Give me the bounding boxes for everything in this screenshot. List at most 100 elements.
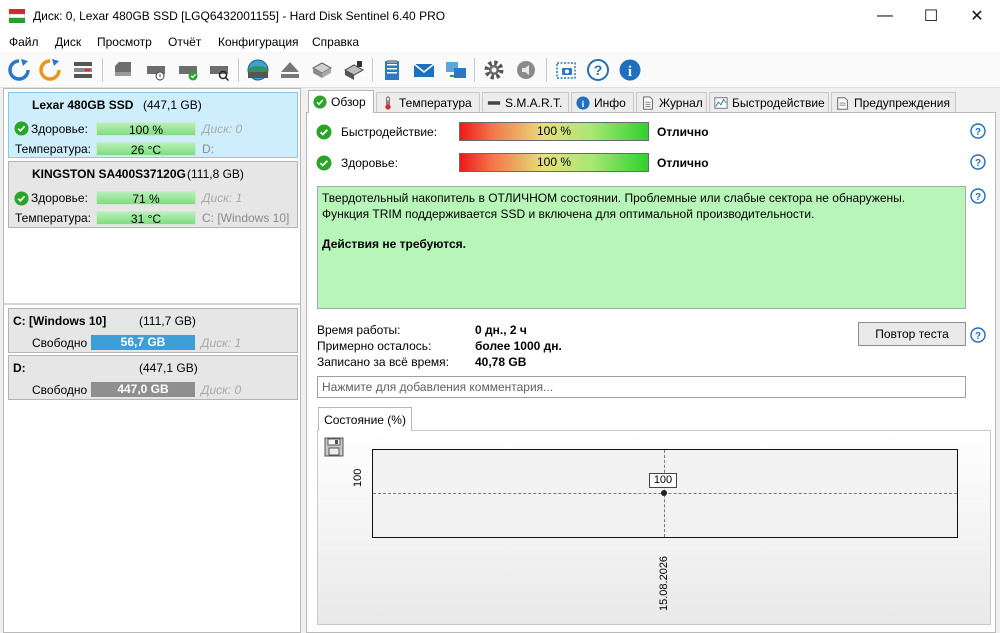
eject-icon[interactable]	[277, 57, 303, 83]
temperature-label: Температура:	[15, 211, 92, 225]
x-tick-label: 15.08.2026	[658, 555, 670, 611]
volume-card-d[interactable]: D: (447,1 GB) Свободно 447,0 GB Диск: 0	[8, 355, 298, 400]
menu-report[interactable]: Отчёт	[168, 35, 201, 49]
tab-smart[interactable]: S.M.A.R.T.	[482, 92, 569, 112]
svg-text:?: ?	[975, 158, 981, 169]
refresh-all-icon[interactable]	[37, 57, 63, 83]
save-icon[interactable]	[324, 437, 344, 457]
tab-log[interactable]: Журнал	[636, 92, 707, 112]
menu-disk[interactable]: Диск	[55, 35, 81, 49]
ok-check-icon	[14, 121, 29, 136]
settings-icon[interactable]	[481, 57, 507, 83]
help-icon[interactable]: ?	[970, 154, 986, 170]
thermometer-icon	[385, 95, 391, 110]
volume-disk: Диск: 0	[201, 383, 242, 397]
toolbar-separator	[546, 58, 547, 82]
document-icon	[643, 95, 653, 110]
disk-list-panel: Lexar 480GB SSD (447,1 GB) Здоровье: 100…	[3, 88, 301, 633]
email-icon[interactable]	[411, 57, 437, 83]
written-value: 40,78 GB	[475, 355, 527, 369]
menu-help[interactable]: Справка	[312, 35, 359, 49]
performance-label: Быстродействие:	[341, 125, 438, 139]
ok-check-icon	[316, 155, 332, 171]
help-icon[interactable]: ?	[970, 123, 986, 139]
volume-name: D:	[13, 361, 26, 375]
disk-icon[interactable]	[110, 57, 136, 83]
toolbar-separator	[474, 58, 475, 82]
disk-name: Lexar 480GB SSD	[32, 98, 134, 112]
comment-input[interactable]: Нажмите для добавления комментария...	[317, 376, 966, 398]
remaining-value: более 1000 дн.	[475, 339, 562, 353]
health-label: Здоровье:	[31, 191, 88, 205]
disk-name: KINGSTON SA400S37120G	[32, 167, 186, 181]
health-bar: 100 %	[459, 153, 649, 172]
disk-card-lexar[interactable]: Lexar 480GB SSD (447,1 GB) Здоровье: 100…	[8, 92, 298, 158]
maximize-button[interactable]: ☐	[908, 0, 954, 32]
tab-temperature[interactable]: Температура	[376, 92, 480, 112]
remaining-label: Примерно осталось:	[317, 339, 432, 353]
retest-button[interactable]: Повтор теста	[858, 322, 966, 346]
tab-performance[interactable]: Быстродействие	[709, 92, 829, 112]
tab-health-history[interactable]: Состояние (%)	[318, 407, 412, 431]
info-icon: i	[576, 95, 590, 109]
data-point	[661, 490, 667, 496]
toolbar: ? i	[0, 52, 1000, 88]
menu-config[interactable]: Конфигурация	[218, 35, 299, 49]
free-label: Свободно	[32, 383, 88, 397]
menu-bar: Файл Диск Просмотр Отчёт Конфигурация Сп…	[0, 32, 1000, 52]
ok-check-icon	[313, 95, 327, 109]
svg-text:?: ?	[975, 192, 981, 203]
drive-letter: D:	[202, 142, 214, 156]
disk-size: (111,8 GB)	[187, 167, 244, 181]
performance-bar: 100 %	[459, 122, 649, 141]
help-icon[interactable]: ?	[585, 57, 611, 83]
disk-card-kingston[interactable]: KINGSTON SA400S37120G (111,8 GB) Здоровь…	[8, 161, 298, 228]
ok-check-icon	[316, 124, 332, 140]
usb-disk-icon[interactable]	[341, 57, 367, 83]
health-bar: 100 %	[96, 122, 196, 137]
hdd-scan-icon[interactable]	[245, 57, 271, 83]
tab-label: Обзор	[331, 95, 366, 109]
tab-overview[interactable]: Обзор	[308, 90, 374, 113]
disk-search-icon[interactable]	[206, 57, 232, 83]
uptime-value: 0 дн., 2 ч	[475, 323, 527, 337]
close-button[interactable]: ✕	[954, 0, 1000, 32]
toolbar-separator	[238, 58, 239, 82]
disk-ok-icon[interactable]	[175, 57, 201, 83]
screenshot-icon[interactable]	[553, 57, 579, 83]
svg-text:?: ?	[975, 331, 981, 342]
toolbar-separator	[372, 58, 373, 82]
temperature-label: Температура:	[15, 142, 92, 156]
help-icon[interactable]: ?	[970, 327, 986, 343]
status-line: Функция TRIM поддерживается SSD и включе…	[322, 207, 815, 221]
health-label: Здоровье:	[341, 156, 398, 170]
minimize-button[interactable]: —	[862, 0, 908, 32]
tab-bar: Обзор Температура S.M.A.R.T. i Инфо Журн…	[306, 90, 956, 113]
sound-icon[interactable]	[513, 57, 539, 83]
tab-label: Быстродействие	[732, 95, 825, 110]
temperature-bar: 26 °C	[96, 142, 196, 157]
toolbar-separator	[102, 58, 103, 82]
tab-info[interactable]: i Инфо	[571, 92, 634, 112]
menu-view[interactable]: Просмотр	[97, 35, 152, 49]
health-history-chart: 100 100 15.08.2026	[317, 430, 991, 625]
refresh-icon[interactable]	[6, 57, 32, 83]
status-line: Твердотельный накопитель в ОТЛИЧНОМ сост…	[322, 191, 906, 205]
drive-letter: C: [Windows 10]	[202, 211, 290, 225]
report-icon[interactable]	[379, 57, 405, 83]
svg-text:?: ?	[975, 127, 981, 138]
send-icon[interactable]	[443, 57, 469, 83]
disk-list-icon[interactable]	[70, 57, 96, 83]
volume-card-c[interactable]: C: [Windows 10] (111,7 GB) Свободно 56,7…	[8, 308, 298, 353]
status-description: Твердотельный накопитель в ОТЛИЧНОМ сост…	[317, 186, 966, 309]
menu-file[interactable]: Файл	[9, 35, 39, 49]
info-icon[interactable]: i	[617, 57, 643, 83]
svg-text:?: ?	[594, 62, 603, 78]
health-result: Отлично	[657, 156, 709, 170]
disk-temp-icon[interactable]	[143, 57, 169, 83]
network-disk-icon[interactable]	[309, 57, 335, 83]
app-icon	[9, 9, 25, 23]
data-label: 100	[649, 473, 677, 488]
help-icon[interactable]: ?	[970, 188, 986, 204]
tab-alerts[interactable]: Предупреждения	[831, 92, 956, 112]
